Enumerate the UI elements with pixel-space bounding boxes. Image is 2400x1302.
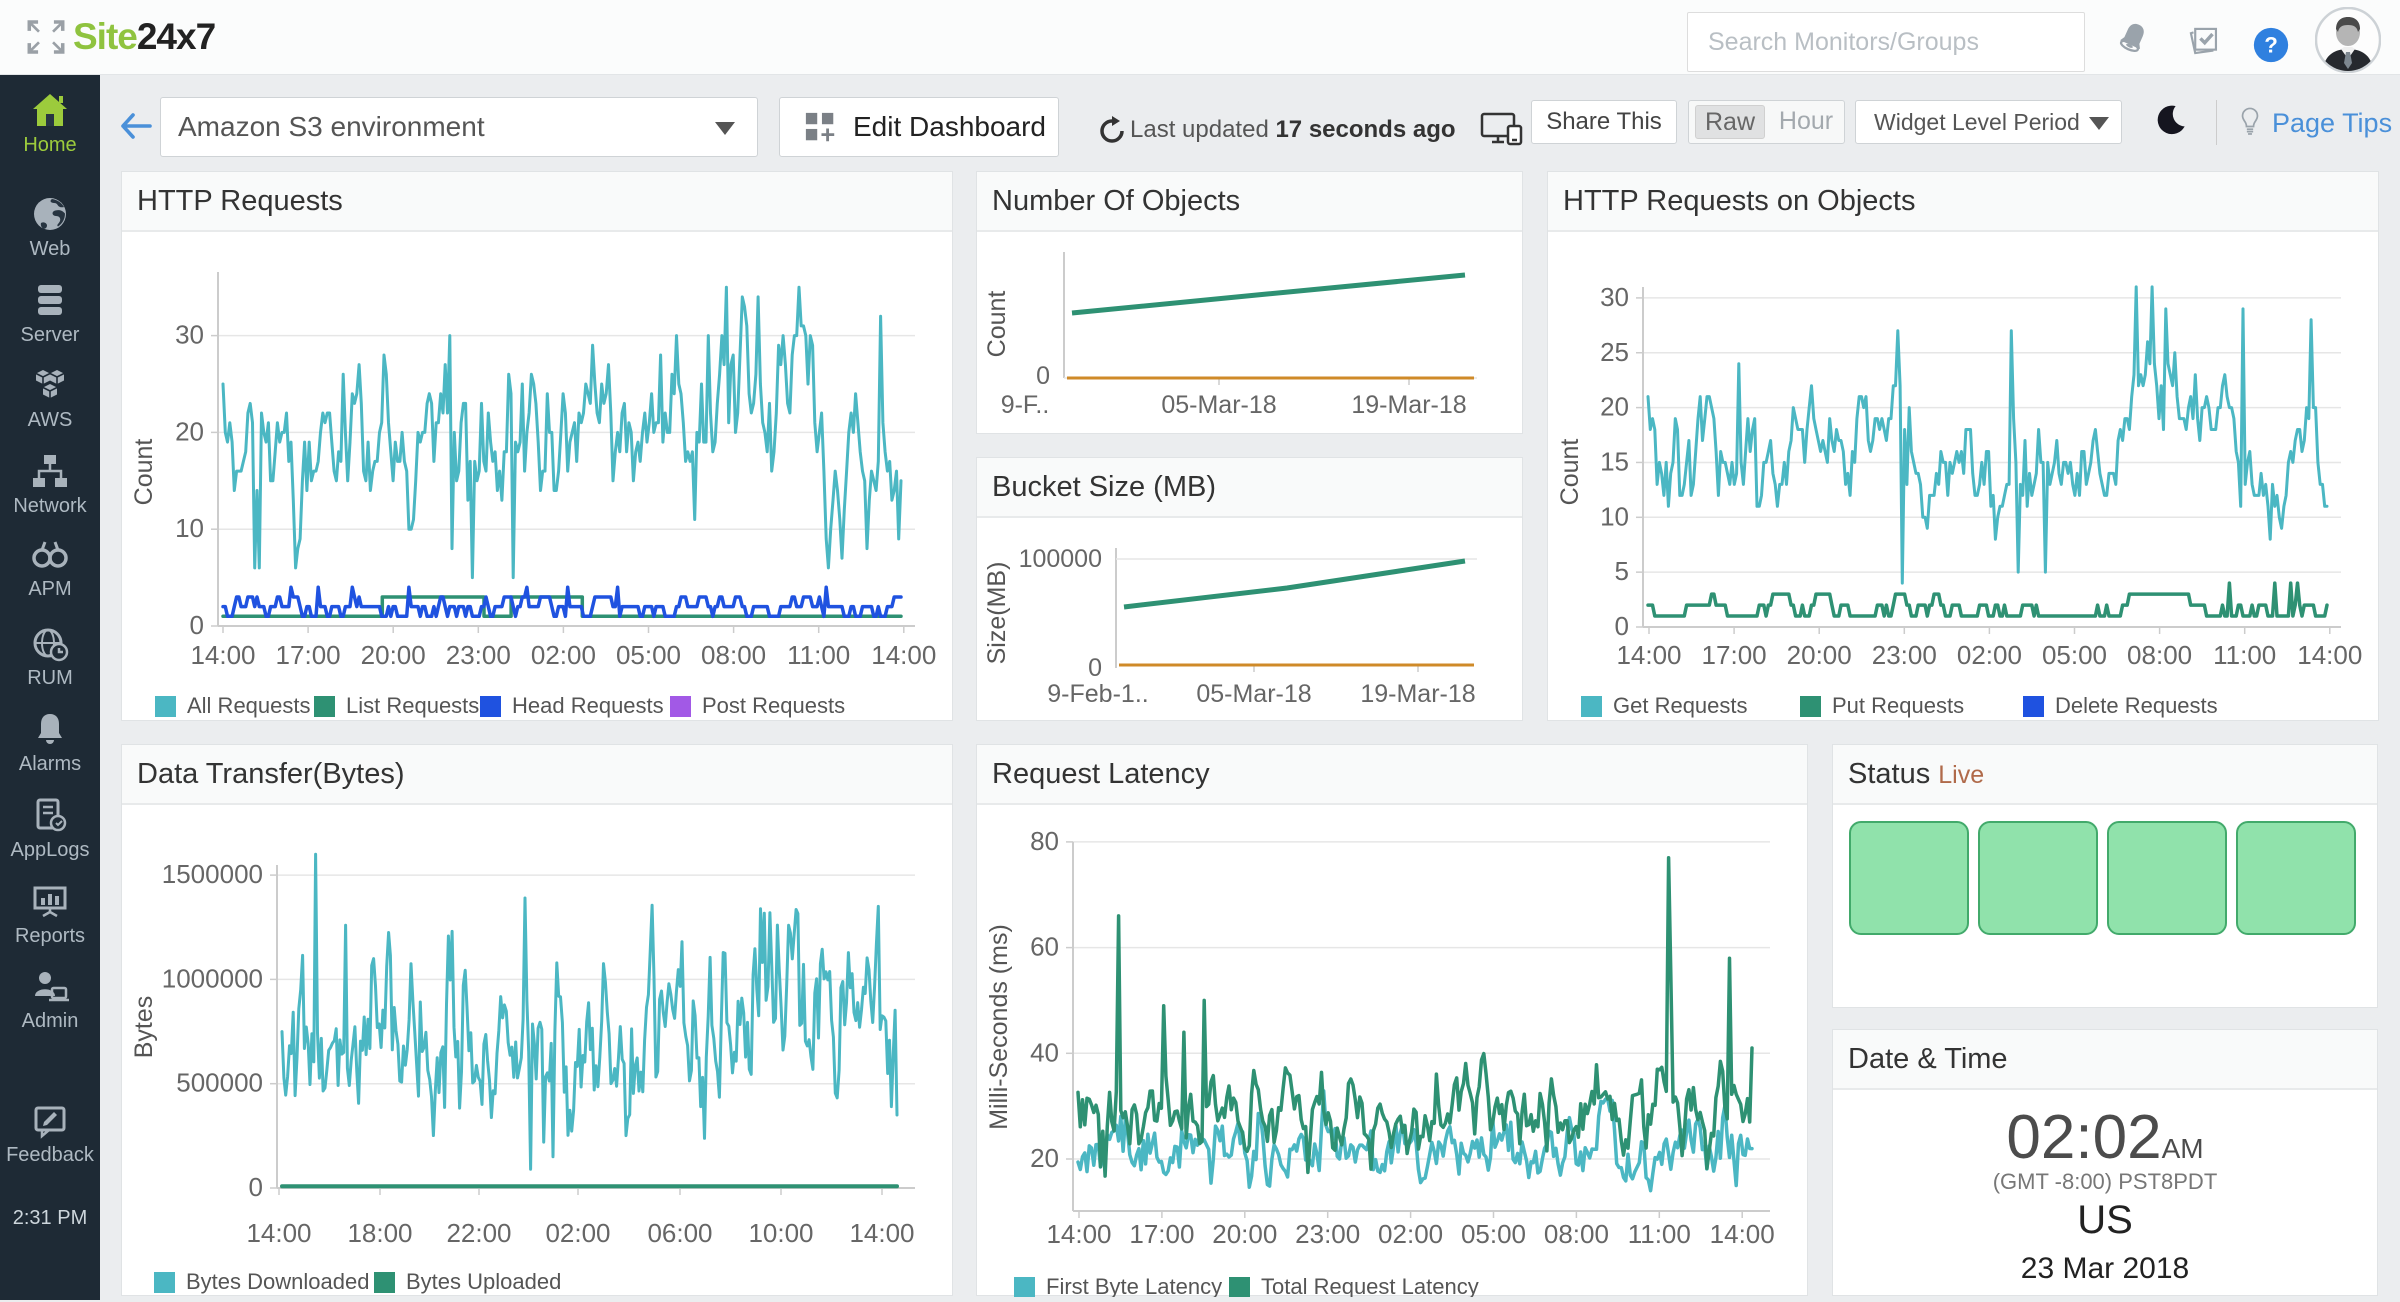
svg-text:14:00: 14:00 — [849, 1218, 914, 1248]
svg-text:19-Mar-18: 19-Mar-18 — [1360, 680, 1475, 708]
svg-text:10: 10 — [175, 513, 204, 543]
svg-text:Bytes Downloaded: Bytes Downloaded — [186, 1269, 369, 1294]
svg-text:Head Requests: Head Requests — [512, 693, 664, 718]
svg-text:Count: Count — [983, 291, 1011, 358]
svg-text:10:00: 10:00 — [748, 1218, 813, 1248]
svg-text:?: ? — [2264, 33, 2278, 58]
svg-text:05:00: 05:00 — [616, 640, 681, 670]
svg-text:5: 5 — [1615, 556, 1629, 586]
svg-text:0: 0 — [1615, 611, 1629, 641]
svg-text:05-Mar-18: 05-Mar-18 — [1196, 680, 1311, 708]
svg-text:02:00: 02:00 — [531, 640, 596, 670]
svg-text:1500000: 1500000 — [162, 859, 263, 889]
svg-text:22:00: 22:00 — [446, 1218, 511, 1248]
svg-text:Delete Requests: Delete Requests — [2055, 693, 2218, 718]
svg-text:17:00: 17:00 — [276, 640, 341, 670]
svg-text:Milli-Seconds (ms): Milli-Seconds (ms) — [985, 924, 1013, 1130]
svg-text:Get Requests: Get Requests — [1613, 693, 1748, 718]
svg-text:02:00: 02:00 — [545, 1218, 610, 1248]
svg-text:06:00: 06:00 — [647, 1218, 712, 1248]
svg-text:0: 0 — [249, 1172, 263, 1202]
svg-text:List Requests: List Requests — [346, 693, 479, 718]
svg-text:14:00: 14:00 — [1710, 1219, 1775, 1249]
svg-text:Bytes Uploaded: Bytes Uploaded — [406, 1269, 561, 1294]
svg-text:20: 20 — [1030, 1143, 1059, 1173]
svg-text:08:00: 08:00 — [1544, 1219, 1609, 1249]
svg-text:0: 0 — [1036, 362, 1050, 390]
svg-text:23:00: 23:00 — [1872, 640, 1937, 670]
svg-text:02:00: 02:00 — [1957, 640, 2022, 670]
svg-text:9-F..: 9-F.. — [1001, 391, 1050, 419]
svg-text:60: 60 — [1030, 932, 1059, 962]
svg-text:20: 20 — [1600, 392, 1629, 422]
svg-text:0: 0 — [1088, 654, 1102, 682]
svg-text:05:00: 05:00 — [2042, 640, 2107, 670]
svg-text:11:00: 11:00 — [2213, 640, 2276, 670]
svg-text:1000000: 1000000 — [162, 963, 263, 993]
svg-text:14:00: 14:00 — [1616, 640, 1681, 670]
svg-text:40: 40 — [1030, 1037, 1059, 1067]
svg-text:08:00: 08:00 — [701, 640, 766, 670]
svg-text:11:00: 11:00 — [787, 640, 850, 670]
svg-text:0: 0 — [190, 610, 204, 640]
svg-text:Bytes: Bytes — [130, 996, 158, 1059]
svg-text:15: 15 — [1600, 446, 1629, 476]
svg-text:05-Mar-18: 05-Mar-18 — [1161, 391, 1276, 419]
svg-text:14:00: 14:00 — [246, 1218, 311, 1248]
svg-text:Count: Count — [1556, 439, 1584, 506]
svg-text:All Requests: All Requests — [187, 693, 311, 718]
svg-text:05:00: 05:00 — [1461, 1219, 1526, 1249]
svg-text:First Byte Latency: First Byte Latency — [1046, 1274, 1222, 1297]
svg-text:08:00: 08:00 — [2127, 640, 2192, 670]
svg-text:20:00: 20:00 — [1212, 1219, 1277, 1249]
svg-text:23:00: 23:00 — [446, 640, 511, 670]
svg-text:Total Request Latency: Total Request Latency — [1261, 1274, 1479, 1297]
svg-text:14:00: 14:00 — [190, 640, 255, 670]
svg-text:02:00: 02:00 — [1378, 1219, 1443, 1249]
svg-text:14:00: 14:00 — [1046, 1219, 1111, 1249]
svg-text:80: 80 — [1030, 826, 1059, 856]
svg-text:10: 10 — [1600, 501, 1629, 531]
svg-text:23:00: 23:00 — [1295, 1219, 1360, 1249]
svg-text:Count: Count — [130, 439, 158, 506]
svg-text:14:00: 14:00 — [871, 640, 936, 670]
svg-text:11:00: 11:00 — [1628, 1219, 1691, 1249]
svg-text:Put Requests: Put Requests — [1832, 693, 1964, 718]
svg-text:20:00: 20:00 — [361, 640, 426, 670]
svg-text:500000: 500000 — [176, 1068, 263, 1098]
svg-text:9-Feb-1..: 9-Feb-1.. — [1047, 680, 1148, 708]
svg-text:20: 20 — [175, 416, 204, 446]
svg-text:17:00: 17:00 — [1702, 640, 1767, 670]
svg-text:20:00: 20:00 — [1787, 640, 1852, 670]
svg-text:17:00: 17:00 — [1129, 1219, 1194, 1249]
svg-text:Size(MB): Size(MB) — [983, 562, 1011, 665]
svg-text:Post Requests: Post Requests — [702, 693, 845, 718]
svg-text:25: 25 — [1600, 337, 1629, 367]
svg-text:18:00: 18:00 — [347, 1218, 412, 1248]
svg-text:30: 30 — [175, 320, 204, 350]
svg-text:100000: 100000 — [1019, 545, 1102, 573]
svg-text:14:00: 14:00 — [2297, 640, 2362, 670]
svg-text:30: 30 — [1600, 282, 1629, 312]
svg-text:19-Mar-18: 19-Mar-18 — [1351, 391, 1466, 419]
